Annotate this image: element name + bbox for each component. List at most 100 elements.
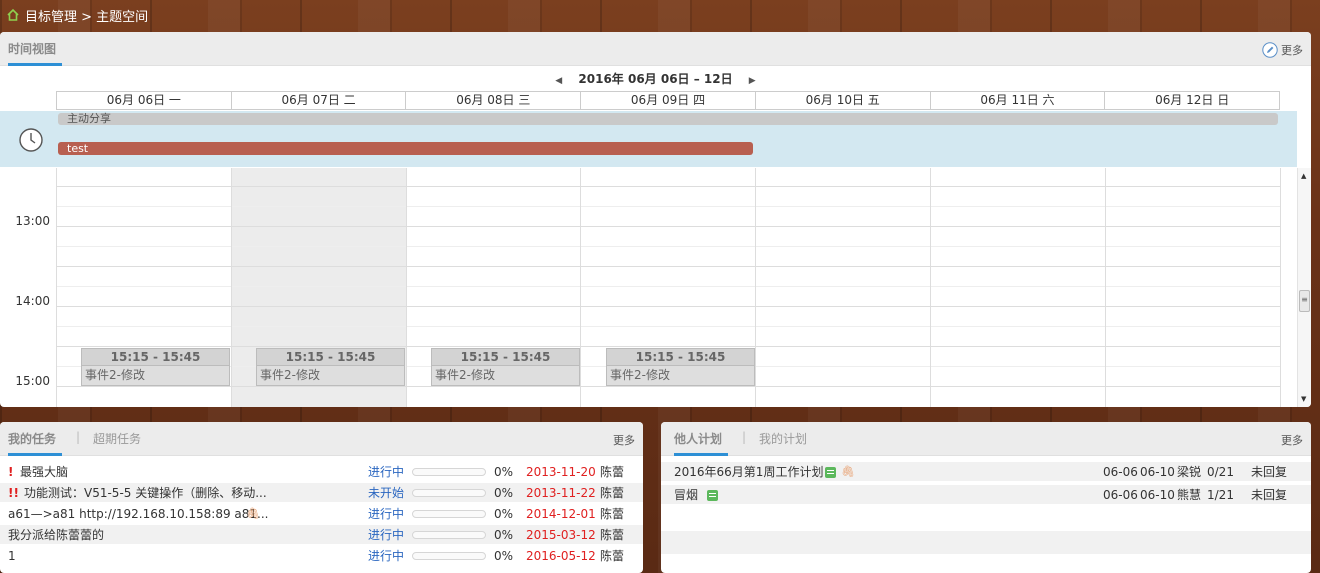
tab-my-tasks[interactable]: 我的任务	[8, 430, 56, 447]
task-row[interactable]: 我分派给陈蕾蕾的 进行中 0% 2015-03-12 陈蕾	[0, 525, 643, 545]
task-owner: 陈蕾	[600, 549, 625, 563]
task-row[interactable]: 1 进行中 0% 2016-05-12 陈蕾	[0, 546, 643, 566]
day-column[interactable]	[56, 168, 57, 407]
hour-line	[56, 346, 1280, 347]
scroll-down-icon[interactable]: ▼	[1301, 395, 1306, 403]
calendar-event[interactable]: 15:15 - 15:45 事件2-修改	[256, 348, 405, 386]
hour-line	[56, 226, 1280, 227]
progress-bar	[412, 489, 486, 497]
event-time: 15:15 - 15:45	[607, 349, 754, 366]
task-row[interactable]: !! 功能测试：V51-5-5 关键操作（删除、移动... 未开始 0% 201…	[0, 483, 643, 503]
task-owner: 陈蕾	[600, 486, 625, 500]
priority-mark: !!	[8, 486, 19, 500]
plan-start: 06-06	[1103, 488, 1138, 502]
day-column[interactable]	[755, 168, 756, 407]
progress-bar	[412, 510, 486, 518]
day-header[interactable]: 06月 12日 日	[1104, 92, 1281, 109]
task-row[interactable]: a61—>a81 http://192.168.10.158:89 a81...…	[0, 504, 643, 524]
edit-icon	[1262, 42, 1278, 58]
task-row[interactable]: ! 最强大脑 进行中 0% 2013-11-20 陈蕾	[0, 462, 643, 482]
tab-time-view[interactable]: 时间视图	[8, 40, 56, 57]
tab-underline	[674, 453, 728, 456]
hour-line	[56, 186, 1280, 187]
task-name[interactable]: 我分派给陈蕾蕾的	[8, 525, 104, 545]
task-name[interactable]: a61—>a81 http://192.168.10.158:89 a81...	[8, 504, 269, 524]
calendar-event[interactable]: 15:15 - 15:45 事件2-修改	[606, 348, 755, 386]
plan-name[interactable]: 冒烟	[674, 485, 698, 505]
tasks-panel-header: 我的任务 | 超期任务 更多	[0, 422, 643, 456]
day-header[interactable]: 06月 11日 六	[929, 92, 1105, 109]
prev-week-icon[interactable]: ◀	[555, 76, 562, 86]
tasks-more-link[interactable]: 更多	[613, 432, 635, 448]
day-column[interactable]	[930, 168, 931, 407]
task-status: 进行中	[368, 507, 405, 521]
task-due-date: 2013-11-20	[526, 465, 596, 479]
task-due-date: 2014-12-01	[526, 507, 596, 521]
tab-overdue-tasks[interactable]: 超期任务	[93, 430, 141, 447]
scroll-up-icon[interactable]: ▲	[1301, 172, 1306, 180]
task-name[interactable]: 1	[8, 546, 16, 566]
day-header[interactable]: 06月 06日 一	[56, 92, 231, 109]
plans-more-link[interactable]: 更多	[1281, 432, 1303, 448]
scrollbar-thumb[interactable]: ≡	[1299, 290, 1310, 312]
event-title: 事件2-修改	[257, 366, 404, 385]
tab-others-plans[interactable]: 他人计划	[674, 430, 722, 447]
half-hour-line	[56, 246, 1280, 247]
tab-separator: |	[742, 430, 747, 444]
day-header[interactable]: 06月 10日 五	[754, 92, 930, 109]
half-hour-line	[56, 206, 1280, 207]
tab-separator: |	[76, 430, 81, 444]
task-progress: 0%	[494, 486, 514, 500]
half-hour-line	[56, 326, 1280, 327]
task-progress: 0%	[494, 507, 514, 521]
calendar-event[interactable]: 15:15 - 15:45 事件2-修改	[81, 348, 230, 386]
day-column[interactable]	[1105, 168, 1106, 407]
day-header[interactable]: 06月 07日 二	[230, 92, 406, 109]
date-range-nav: ◀ 2016年 06月 06日 – 12日 ▶	[0, 70, 1311, 88]
tab-underline	[8, 63, 62, 66]
task-progress: 0%	[494, 465, 514, 479]
calendar-panel: 时间视图 更多 ◀ 2016年 06月 06日 – 12日 ▶ 06月 06日 …	[0, 32, 1311, 407]
plan-row[interactable]: 冒烟 06-06 06-10 熊慧 1/21 未回复	[661, 485, 1311, 505]
day-header[interactable]: 06月 08日 三	[405, 92, 580, 109]
progress-bar	[412, 531, 486, 539]
event-time: 15:15 - 15:45	[82, 349, 229, 366]
calendar-more-link[interactable]: 更多	[1262, 42, 1303, 58]
date-range-label: 2016年 06月 06日 – 12日	[578, 72, 733, 86]
next-week-icon[interactable]: ▶	[749, 76, 756, 86]
all-day-event-share[interactable]: 主动分享	[58, 113, 1278, 125]
all-day-event-test[interactable]: test	[58, 142, 753, 155]
tab-my-plans[interactable]: 我的计划	[759, 430, 807, 447]
day-header[interactable]: 06月 09日 四	[580, 92, 755, 109]
event-title: 事件2-修改	[607, 366, 754, 385]
task-due-date: 2013-11-22	[526, 486, 596, 500]
day-column[interactable]	[580, 168, 581, 407]
home-icon[interactable]	[6, 8, 20, 22]
day-column[interactable]	[406, 168, 407, 407]
day-column[interactable]	[231, 168, 232, 407]
event-time: 15:15 - 15:45	[432, 349, 579, 366]
time-label: 15:00	[15, 374, 50, 388]
plan-reply-status: 未回复	[1251, 488, 1288, 502]
plans-panel-header: 他人计划 | 我的计划 更多	[661, 422, 1311, 456]
plan-row[interactable]: 2016年66月第1周工作计划 🖇 06-06 06-10 梁锐 0/21 未回…	[661, 462, 1311, 482]
task-status: 进行中	[368, 549, 405, 563]
calendar-event[interactable]: 15:15 - 15:45 事件2-修改	[431, 348, 580, 386]
clock-icon	[19, 128, 43, 152]
task-name[interactable]: 最强大脑	[20, 462, 68, 482]
task-name[interactable]: 功能测试：V51-5-5 关键操作（删除、移动...	[24, 483, 267, 503]
task-due-date: 2015-03-12	[526, 528, 596, 542]
breadcrumb-text[interactable]: 目标管理 > 主题空间	[25, 6, 148, 25]
event-time: 15:15 - 15:45	[257, 349, 404, 366]
hour-line	[56, 266, 1280, 267]
event-title: 事件2-修改	[432, 366, 579, 385]
attachment-icon: 🖇	[841, 465, 855, 478]
task-status: 进行中	[368, 528, 405, 542]
calendar-scrollbar[interactable]: ▲ ≡ ▼	[1297, 168, 1311, 407]
task-due-date: 2016-05-12	[526, 549, 596, 563]
hour-line	[56, 306, 1280, 307]
plan-name[interactable]: 2016年66月第1周工作计划	[674, 462, 823, 482]
plans-panel: 他人计划 | 我的计划 更多 2016年66月第1周工作计划 🖇 06-06 0…	[661, 422, 1311, 573]
plan-owner: 梁锐	[1177, 465, 1202, 479]
task-progress: 0%	[494, 528, 514, 542]
